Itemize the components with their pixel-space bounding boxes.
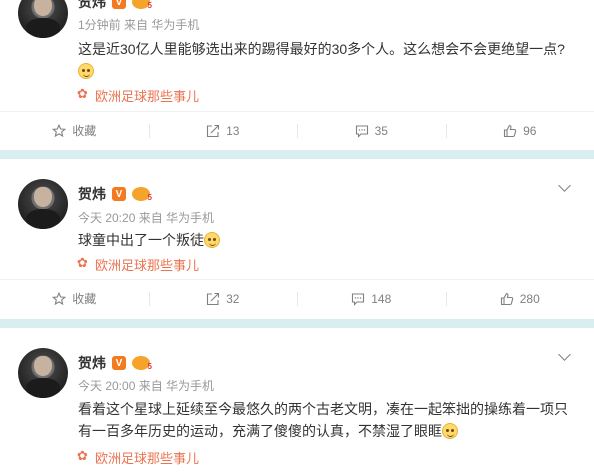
avatar[interactable] [18,348,68,398]
weibo-post: 贺炜 V 5 今天 20:20 来自 华为手机 球童中出了一个叛徒 欧洲足球那些… [0,159,594,319]
author-row: 贺炜 V 5 [78,0,152,12]
topic-icon [77,256,90,271]
doge-emoji-icon [78,63,94,79]
like-count: 280 [519,291,540,306]
like-count: 96 [523,123,537,138]
comment-count: 35 [374,123,388,138]
post-meta: 今天 20:20 来自 华为手机 [78,211,215,225]
topic-link[interactable]: 欧洲足球那些事儿 [77,86,200,105]
topic-link[interactable]: 欧洲足球那些事儿 [77,255,200,274]
doge-emoji-icon [204,232,220,248]
comment-icon [351,292,365,306]
weibo-post: 贺炜 V 5 今天 20:00 来自 华为手机 看着这个星球上延续至今最悠久的两… [0,328,594,473]
post-content: 看着这个星球上延续至今最悠久的两个古老文明，凑在一起笨拙的操练着一项只有一百多年… [78,398,578,442]
thumbs-up-icon [500,292,514,306]
post-text: 球童中出了一个叛徒 [78,232,204,248]
author-row: 贺炜 V 5 [78,184,152,204]
vip-badge: V [112,187,126,201]
post-meta: 1分钟前 来自 华为手机 [78,18,200,32]
post-text: 这是近30亿人里能够选出来的踢得最好的30多个人。这么想会不会更绝望一点? [78,41,565,57]
favorite-button[interactable]: 收藏 [0,280,149,317]
topic-label: 欧洲足球那些事儿 [95,89,200,104]
chevron-down-icon[interactable] [558,181,572,195]
vip-badge: V [112,0,126,9]
level-badge: 5 [132,187,152,202]
like-button[interactable]: 280 [445,280,594,317]
level-badge: 5 [132,0,152,10]
topic-icon [77,449,90,464]
author-name[interactable]: 贺炜 [78,0,106,12]
post-divider [0,319,594,328]
favorite-button[interactable]: 收藏 [0,112,149,149]
repost-button[interactable]: 13 [148,112,298,149]
post-content: 这是近30亿人里能够选出来的踢得最好的30多个人。这么想会不会更绝望一点? [78,38,578,82]
comment-button[interactable]: 148 [297,280,446,317]
avatar[interactable] [18,179,68,229]
repost-count: 13 [226,123,240,138]
star-icon [52,123,67,138]
topic-label: 欧洲足球那些事儿 [95,451,200,466]
repost-icon [206,124,220,138]
comment-icon [355,124,369,138]
topic-label: 欧洲足球那些事儿 [95,258,200,273]
topic-link[interactable]: 欧洲足球那些事儿 [77,448,200,467]
comment-button[interactable]: 35 [297,112,446,149]
comment-count: 148 [371,291,392,306]
like-button[interactable]: 96 [445,112,594,149]
favorite-label: 收藏 [72,124,97,138]
repost-button[interactable]: 32 [148,280,298,317]
post-meta: 今天 20:00 来自 华为手机 [78,379,215,393]
star-icon [52,291,67,306]
thumbs-up-icon [503,124,517,138]
repost-count: 32 [226,291,240,306]
action-bar: 收藏 32 148 280 [0,279,594,317]
post-divider [0,150,594,159]
chevron-down-icon[interactable] [558,350,572,364]
repost-icon [206,292,220,306]
author-name[interactable]: 贺炜 [78,184,106,204]
topic-icon [77,87,90,102]
author-name[interactable]: 贺炜 [78,353,106,373]
post-content: 球童中出了一个叛徒 [78,229,578,251]
favorite-label: 收藏 [72,292,97,306]
avatar[interactable] [18,0,68,38]
post-text: 看着这个星球上延续至今最悠久的两个古老文明，凑在一起笨拙的操练着一项只有一百多年… [78,401,568,439]
doge-emoji-icon [442,423,458,439]
weibo-post: 贺炜 V 5 1分钟前 来自 华为手机 这是近30亿人里能够选出来的踢得最好的3… [0,0,594,150]
action-bar: 收藏 13 35 96 [0,111,594,149]
vip-badge: V [112,356,126,370]
author-row: 贺炜 V 5 [78,353,152,373]
level-badge: 5 [132,356,152,371]
